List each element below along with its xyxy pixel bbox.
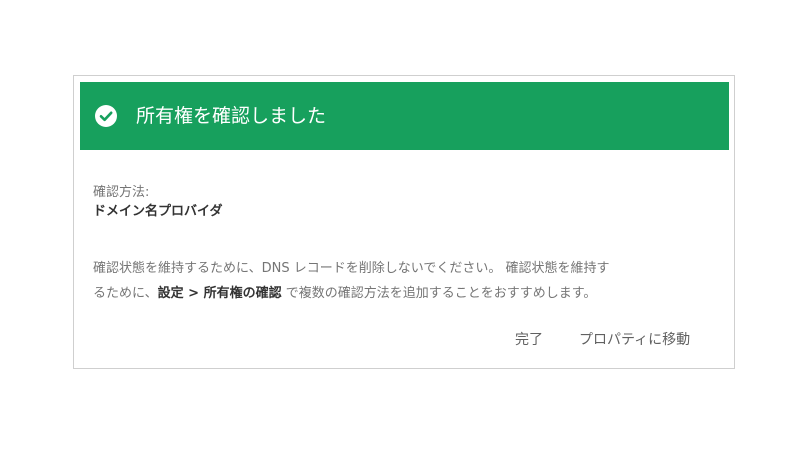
- dialog-title: 所有権を確認しました: [136, 105, 327, 127]
- dialog-message: 確認状態を維持するために、DNS レコードを削除しないでください。 確認状態を維…: [93, 256, 723, 306]
- go-to-property-button[interactable]: プロパティに移動: [579, 328, 690, 352]
- message-line-1: 確認状態を維持するために、DNS レコードを削除しないでください。 確認状態を維…: [93, 261, 610, 276]
- settings-path: 設定 > 所有権の確認: [157, 286, 282, 301]
- verification-method-value: ドメイン名プロバイダ: [93, 204, 223, 219]
- message-text: るために、: [93, 286, 158, 301]
- verification-dialog: 所有権を確認しました 確認方法: ドメイン名プロバイダ 確認状態を維持するために…: [73, 75, 735, 369]
- check-circle-icon: [95, 105, 117, 127]
- verification-method-label: 確認方法:: [93, 185, 150, 200]
- message-text: で複数の確認方法を追加することをおすすめします。: [281, 286, 597, 301]
- dialog-header: 所有権を確認しました: [80, 82, 729, 150]
- done-button[interactable]: 完了: [515, 328, 543, 352]
- message-line-2: るために、設定 > 所有権の確認 で複数の確認方法を追加することをおすすめします…: [93, 281, 723, 306]
